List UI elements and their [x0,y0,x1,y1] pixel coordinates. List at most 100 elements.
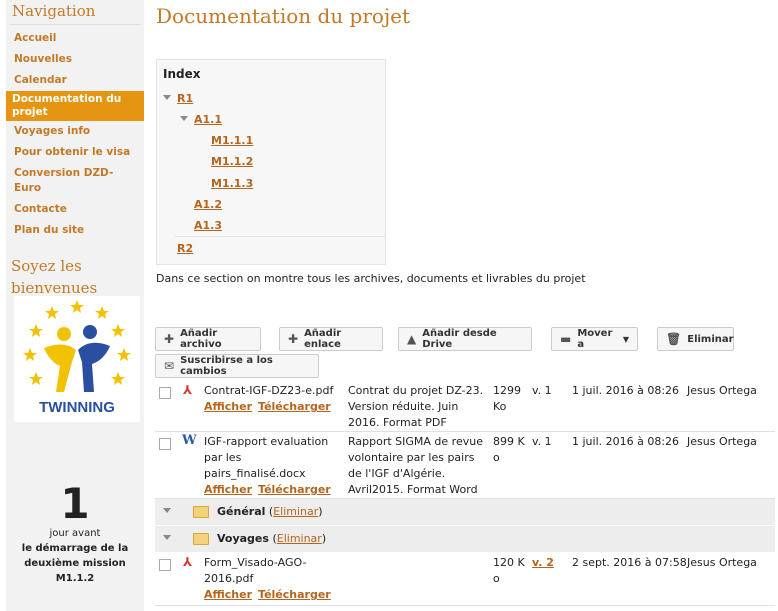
pdf-icon: ⅄ [183,383,193,397]
view-link[interactable]: Afficher [204,588,252,601]
folder-delete-link[interactable]: Eliminar [277,532,322,545]
welcome-heading: Soyez les bienvenues [6,247,144,299]
folder-icon: ▬ [560,332,572,346]
index-item-r2[interactable]: R2 [177,242,193,255]
row-checkbox[interactable] [159,387,171,399]
add-file-button[interactable]: ✚ Añadir archivo [155,327,261,351]
index-item-m1-1-3[interactable]: M1.1.3 [211,177,253,190]
plus-icon: ✚ [288,332,299,346]
nav-item-nouvelles[interactable]: Nouvelles [6,49,144,70]
expand-arrow-icon[interactable] [163,535,171,540]
pdf-icon: ⅄ [183,555,193,569]
sidebar: Navigation Accueil Nouvelles Calendar Do… [6,0,144,611]
file-size: 1299 Ko [493,383,521,415]
file-row: W IGF-rapport evaluation par les pairs_f… [155,432,775,499]
countdown-line: le démarrage de la [21,543,129,554]
download-link[interactable]: Télécharger [258,483,331,496]
file-version: v. 1 [532,435,552,448]
folder-name[interactable]: Voyages [217,532,269,545]
file-name[interactable]: IGF-rapport evaluation par les pairs_fin… [204,434,328,482]
index-item-m1-1-1[interactable]: M1.1.1 [211,134,253,147]
index-item-m1-1-2[interactable]: M1.1.2 [211,155,253,168]
file-author: Jesus Ortega [687,556,757,569]
row-checkbox[interactable] [159,559,171,571]
countdown-line: deuxième mission [24,558,126,569]
button-label: Suscribirse a los cambios [180,355,273,377]
desc-line: Avril2015. Format Word [348,483,478,496]
trash-icon: 🗑 [666,332,682,346]
size-line: o [493,451,500,464]
button-label: Añadir enlace [304,328,342,350]
index-item-a1-3[interactable]: A1.3 [194,219,222,232]
desc-line: Rapport SIGMA de revue [348,435,483,448]
file-version: v. 1 [532,384,552,397]
file-name[interactable]: Contrat-IGF-DZ23-e.pdf [204,383,333,399]
desc-line: 2016. Format PDF [348,416,447,429]
nav-item-calendar[interactable]: Calendar [6,70,144,91]
index-item-a1-1[interactable]: A1.1 [194,113,222,126]
expand-arrow-icon[interactable] [163,508,171,513]
nav-item-contacte[interactable]: Contacte [6,199,144,220]
welcome-line: Soyez les [11,257,82,275]
countdown: 1 jour avant le démarrage de la deuxième… [6,482,144,586]
download-link[interactable]: Télécharger [258,400,331,413]
size-line: o [493,572,500,585]
file-date: 1 juil. 2016 à 08:26 [572,435,680,448]
move-to-button[interactable]: ▬ Mover a ▼ [551,327,638,351]
folder-delete-link[interactable]: Eliminar [273,505,318,518]
expand-arrow-icon[interactable] [163,95,171,100]
chevron-down-icon: ▼ [622,334,629,344]
subscribe-button[interactable]: ✉ Suscribirse a los cambios [155,354,319,378]
index-heading: Index [163,67,201,81]
divider [175,236,385,237]
twinning-logo: TWINNING [14,296,140,422]
folder-icon [193,506,209,518]
nav-item-documentation[interactable]: Documentation du projet [6,91,144,121]
download-link[interactable]: Télécharger [258,588,331,601]
add-link-button[interactable]: ✚ Añadir enlace [279,327,383,351]
name-line: IGF-rapport evaluation [204,435,329,448]
nav-item-conversion[interactable]: Conversion DZD- Euro [6,163,144,199]
file-description: Rapport SIGMA de revue volontaire par le… [348,434,488,498]
view-link[interactable]: Afficher [204,483,252,496]
index-item-a1-2[interactable]: A1.2 [194,198,222,211]
view-link[interactable]: Afficher [204,400,252,413]
index-panel: Index R1 A1.1 M1.1.1 M1.1.2 M1.1.3 A1.2 … [156,59,386,265]
name-line: pairs_finalisé.docx [204,467,306,480]
plus-icon: ✚ [164,332,175,346]
size-line: Ko [493,400,507,413]
file-row: ⅄ Form_Visado-AGO- 2016.pdf Afficher Télé… [155,553,775,606]
version-link[interactable]: v. 2 [532,556,554,569]
folder-icon [193,533,209,545]
expand-arrow-icon[interactable] [180,116,188,121]
name-line: par les [204,451,242,464]
add-from-drive-button[interactable]: ▲ Añadir desde Drive [398,327,532,351]
size-line: 1299 [493,384,521,397]
file-date: 2 sept. 2016 à 07:58 [572,556,687,569]
button-label: Eliminar [687,333,734,345]
name-line: 2016.pdf [204,572,254,585]
countdown-line: jour avant [49,528,101,539]
folder-row[interactable]: Voyages (Eliminar) [155,526,775,553]
folder-name[interactable]: Général [217,505,265,518]
nav-item-voyages[interactable]: Voyages info [6,121,144,142]
file-name[interactable]: Form_Visado-AGO- 2016.pdf [204,555,306,587]
index-item-r1[interactable]: R1 [177,92,193,105]
file-size: 899 K o [493,434,525,466]
file-author: Jesus Ortega [687,384,757,397]
divider [10,24,140,25]
nav-item-accueil[interactable]: Accueil [6,28,144,49]
nav-item-plan[interactable]: Plan du site [6,220,144,241]
folder-row[interactable]: Général (Eliminar) [155,499,775,526]
size-line: 899 K [493,435,525,448]
file-description: Contrat du projet DZ-23. Version réduite… [348,383,488,431]
button-label: Añadir desde Drive [422,328,497,350]
file-author: Jesus Ortega [687,435,757,448]
delete-button[interactable]: 🗑 Eliminar [657,327,734,351]
nav-item-visa[interactable]: Pour obtenir le visa [6,142,144,163]
desc-line: Contrat du projet DZ-23. [348,384,484,397]
file-date: 1 juil. 2016 à 08:26 [572,384,680,397]
desc-line: volontaire par les pairs [348,451,475,464]
drive-icon: ▲ [407,332,417,346]
row-checkbox[interactable] [159,438,171,450]
